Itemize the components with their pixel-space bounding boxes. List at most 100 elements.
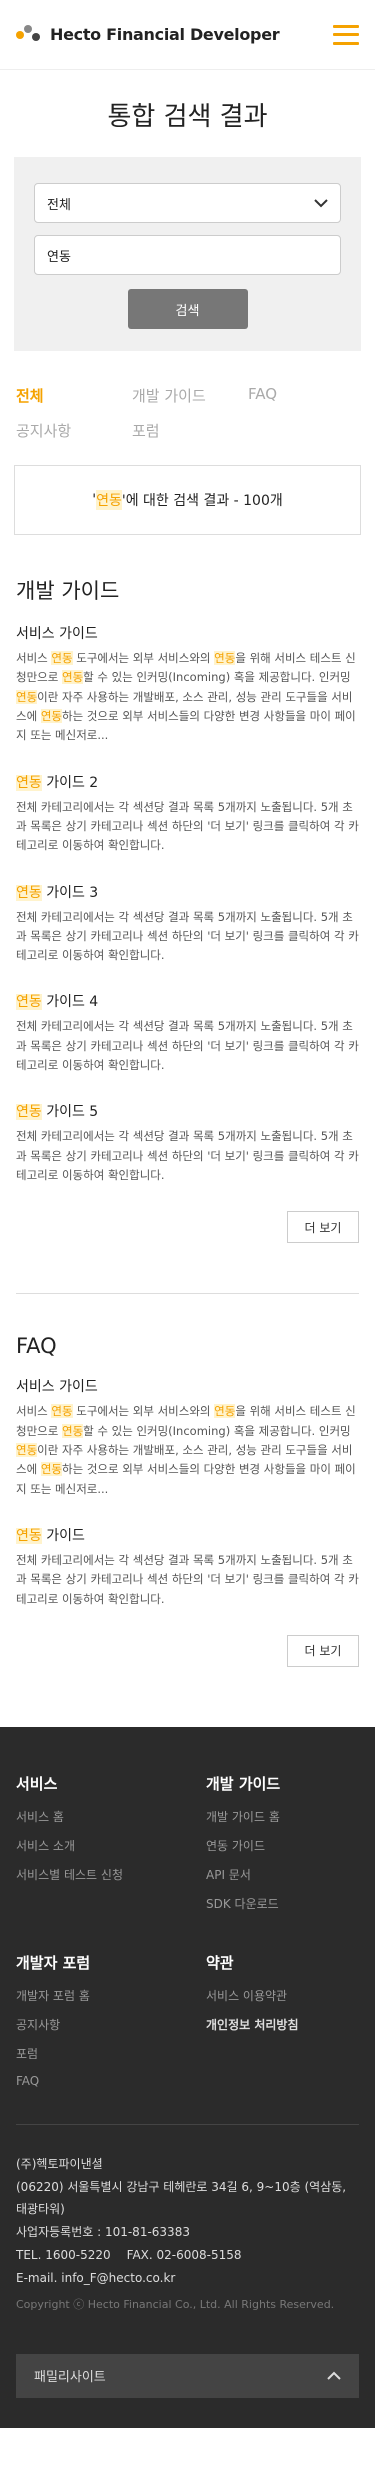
footer-column-title: 개발 가이드 xyxy=(206,1774,281,1793)
keyword-highlight: 연동 xyxy=(16,884,42,901)
keyword-highlight: 연동 xyxy=(16,774,42,791)
result-item-title[interactable]: 연동 가이드 3 xyxy=(16,882,359,902)
result-item-title[interactable]: 서비스 가이드 xyxy=(16,623,359,643)
company-email: E-mail. info_F@hecto.co.kr xyxy=(16,2270,176,2285)
result-item-title[interactable]: 연동 가이드 2 xyxy=(16,772,359,792)
copyright: Copyright ⓒ Hecto Financial Co., Ltd. Al… xyxy=(16,2297,335,2311)
family-site-select[interactable]: 패밀리사이트 xyxy=(16,2353,359,2398)
page-title: 통합 검색 결과 xyxy=(107,102,268,132)
footer-link[interactable]: API 문서 xyxy=(206,1866,359,1883)
result-item[interactable]: 연동 가이드전체 카테고리에서는 각 섹션당 결과 목록 5개까지 노출됩니다.… xyxy=(16,1525,359,1609)
result-query: 연동 xyxy=(96,490,122,510)
logo[interactable]: Hecto Financial Developer xyxy=(16,24,280,45)
tab-2[interactable]: FAQ xyxy=(248,385,348,406)
footer-link[interactable]: FAQ xyxy=(16,2074,206,2088)
keyword-highlight: 연동 xyxy=(16,994,42,1011)
tab-3[interactable]: 공지사항 xyxy=(16,420,132,441)
category-tabs: 전체 개발 가이드 FAQ 공지사항 포럼 xyxy=(0,351,375,441)
site-footer: 서비스 서비스 홈 서비스 소개 서비스별 테스트 신청 개발 가이드 개발 가이드 홈연… xyxy=(0,1726,375,2428)
result-item-title[interactable]: 연동 가이드 4 xyxy=(16,991,359,1011)
keyword-highlight: 연동 xyxy=(16,1527,42,1544)
result-item[interactable]: 서비스 가이드서비스 연동 도구에서는 외부 서비스와의 연동을 위해 서비스 … xyxy=(16,623,359,746)
footer-link[interactable]: 연동 가이드 xyxy=(206,1837,359,1854)
keyword-highlight: 연동 xyxy=(51,651,73,665)
chevron-up-icon xyxy=(327,2371,341,2380)
section-divider xyxy=(16,1293,359,1295)
keyword-highlight: 연동 xyxy=(61,670,84,685)
keyword-highlight: 연동 xyxy=(214,651,236,665)
search-input[interactable]: 연동 xyxy=(34,235,341,275)
search-box: 전체 연동 검색 xyxy=(14,157,361,351)
footer-column: 개발자 포럼개발자 포럼 홈공지사항포럼 FAQ xyxy=(16,1952,206,2100)
search-input-value: 연동 xyxy=(47,249,71,265)
result-summary-text: '에 대한 검색 결과 - 100개 xyxy=(121,493,283,509)
logo-mark-icon xyxy=(16,24,42,45)
keyword-highlight: 연동 xyxy=(40,1462,62,1477)
result-item-title[interactable]: 연동 가이드 5 xyxy=(16,1101,359,1121)
footer-column-title: 약관 xyxy=(206,1953,234,1972)
result-item-desc: 전체 카테고리에서는 각 섹션당 결과 목록 5개까지 노출됩니다. 5개 초과… xyxy=(16,1019,359,1073)
logo-text: Hecto Financial Developer xyxy=(50,25,280,44)
footer-column-title: 서비스 xyxy=(16,1774,58,1793)
result-item-desc: 전체 카테고리에서는 각 섹션당 결과 목록 5개까지 노출됩니다. 5개 초과… xyxy=(16,799,359,853)
chevron-down-icon xyxy=(314,198,328,207)
keyword-highlight: 연동 xyxy=(61,1423,84,1438)
footer-nav: 서비스 서비스 홈 서비스 소개 서비스별 테스트 신청 개발 가이드 개발 가이드 홈연… xyxy=(16,1773,359,2100)
result-item-title[interactable]: 서비스 가이드 xyxy=(16,1376,359,1396)
result-item-title[interactable]: 연동 가이드 xyxy=(16,1525,359,1545)
category-select[interactable]: 전체 xyxy=(34,183,341,223)
footer-link[interactable]: 서비스 이용약관 xyxy=(206,1987,359,2004)
result-item[interactable]: 서비스 가이드서비스 연동 도구에서는 외부 서비스와의 연동을 위해 서비스 … xyxy=(16,1376,359,1499)
footer-link[interactable]: 공지사항 xyxy=(16,2016,206,2033)
company-name: (주)헥토파이낸셜 xyxy=(16,2156,103,2171)
result-item-desc: 서비스 연동 도구에서는 외부 서비스와의 연동을 위해 서비스 테스트 신청만… xyxy=(16,1404,356,1496)
faq-title: FAQ xyxy=(16,1334,57,1359)
result-item-desc: 전체 카테고리에서는 각 섹션당 결과 목록 5개까지 노출됩니다. 5개 초과… xyxy=(16,1129,359,1182)
company-tel: TEL. 1600-5220 xyxy=(16,2248,111,2262)
menu-icon[interactable] xyxy=(333,24,359,45)
company-info: (주)헥토파이낸셜 (06220) 서울특별시 강남구 테헤란로 34길 6, … xyxy=(16,2153,359,2290)
footer-link[interactable]: SDK 다운로드 xyxy=(206,1895,359,1912)
result-item[interactable]: 연동 가이드 2 전체 카테고리에서는 각 섹션당 결과 목록 5개까지 노출됩니… xyxy=(16,772,359,856)
footer-link[interactable]: 서비스별 테스트 신청 xyxy=(16,1866,206,1883)
keyword-highlight: 연동 xyxy=(16,689,38,704)
footer-link[interactable]: 서비스 홈 xyxy=(16,1808,206,1825)
footer-column-title: 개발자 포럼 xyxy=(16,1953,91,1972)
footer-link[interactable]: 서비스 소개 xyxy=(16,1837,206,1854)
keyword-highlight: 연동 xyxy=(51,1404,73,1419)
dev-guide-more-button[interactable]: 더 보기 xyxy=(287,1211,359,1244)
result-item-desc: 전체 카테고리에서는 각 섹션당 결과 목록 5개까지 노출됩니다. 5개 초과… xyxy=(16,1552,359,1606)
footer-link[interactable]: 포럼 xyxy=(16,2045,206,2062)
tab-4[interactable]: 포럼 xyxy=(132,420,248,441)
dev-guide-section: 개발 가이드 서비스 가이드서비스 연동 도구에서는 외부 서비스와의 연동을 … xyxy=(0,575,375,1244)
footer-column: 개발 가이드개발 가이드 홈연동 가이드 API 문서 SDK 다운로드 xyxy=(206,1773,359,1924)
keyword-highlight: 연동 xyxy=(214,1404,236,1419)
result-item-desc: 서비스 연동 도구에서는 외부 서비스와의 연동을 위해 서비스 테스트 신청만… xyxy=(16,651,356,743)
company-address: (06220) 서울특별시 강남구 테헤란로 34길 6, 9~10층 (역삼동… xyxy=(16,2179,347,2217)
footer-link[interactable]: 개인정보 처리방침 xyxy=(206,2016,359,2033)
footer-divider xyxy=(16,2123,359,2125)
result-item-desc: 전체 카테고리에서는 각 섹션당 결과 목록 5개까지 노출됩니다. 5개 초과… xyxy=(16,909,359,963)
keyword-highlight: 연동 xyxy=(40,708,62,723)
category-select-value: 전체 xyxy=(47,197,71,213)
family-site-label: 패밀리사이트 xyxy=(34,2370,106,2386)
top-header: Hecto Financial Developer xyxy=(0,0,375,70)
search-button[interactable]: 검색 xyxy=(127,289,248,329)
dev-guide-title: 개발 가이드 xyxy=(16,579,120,603)
result-item[interactable]: 연동 가이드 4 전체 카테고리에서는 각 섹션당 결과 목록 5개까지 노출됩니… xyxy=(16,991,359,1075)
business-number: 사업자등록번호 : 101-81-63383 xyxy=(16,2225,190,2240)
result-item[interactable]: 연동 가이드 5 전체 카테고리에서는 각 섹션당 결과 목록 5개까지 노출됩니… xyxy=(16,1101,359,1185)
footer-link[interactable]: 개발자 포럼 홈 xyxy=(16,1987,206,2004)
keyword-highlight: 연동 xyxy=(16,1442,38,1457)
result-summary: ' 연동 '에 대한 검색 결과 - 100개 xyxy=(14,465,361,535)
company-fax: FAX. 02-6008-5158 xyxy=(126,2248,242,2262)
faq-section: FAQ 서비스 가이드서비스 연동 도구에서는 외부 서비스와의 연동을 위해 … xyxy=(0,1334,375,1667)
footer-column: 서비스서비스 홈서비스 소개서비스별 테스트 신청 xyxy=(16,1773,206,1924)
footer-link[interactable]: 개발 가이드 홈 xyxy=(206,1808,359,1825)
keyword-highlight: 연동 xyxy=(16,1104,42,1121)
footer-column: 약관서비스 이용약관개인정보 처리방침 xyxy=(206,1952,359,2100)
faq-more-button[interactable]: 더 보기 xyxy=(287,1634,359,1667)
tab-1[interactable]: 개발 가이드 xyxy=(132,385,248,406)
tab-0[interactable]: 전체 xyxy=(16,385,132,406)
result-item[interactable]: 연동 가이드 3 전체 카테고리에서는 각 섹션당 결과 목록 5개까지 노출됩니… xyxy=(16,882,359,966)
